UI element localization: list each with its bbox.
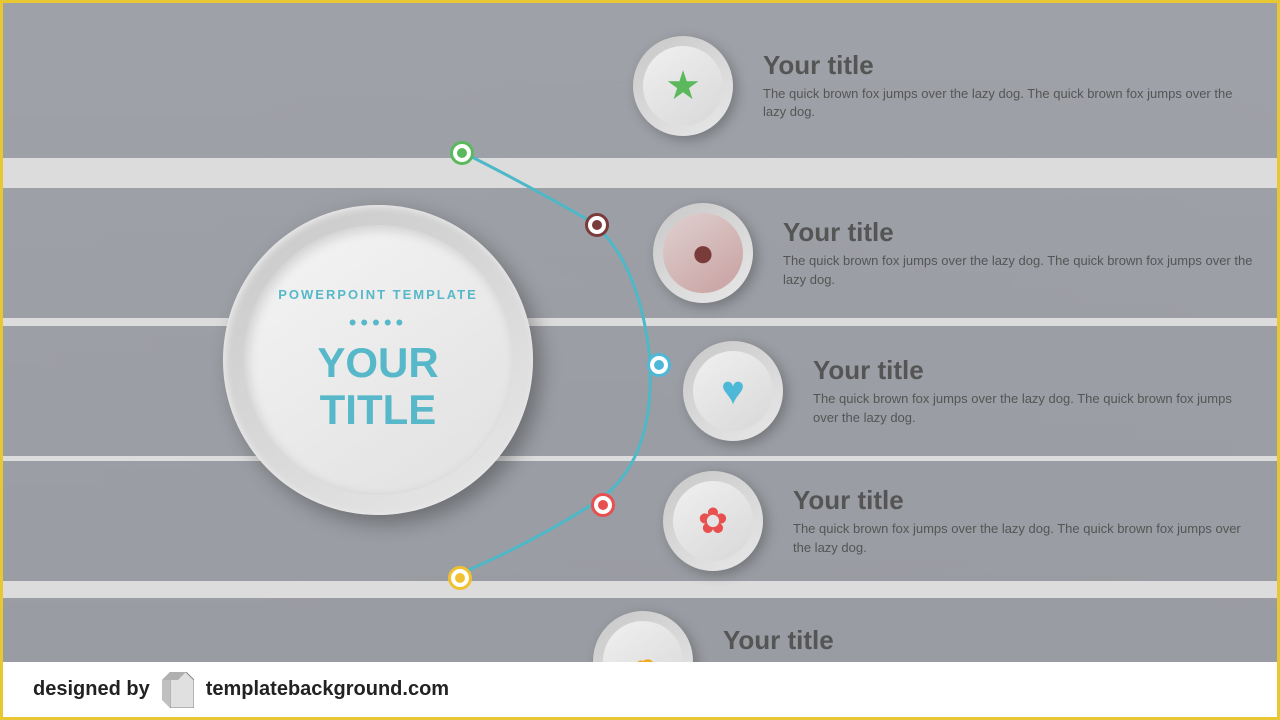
gap-2 [3,318,1277,326]
icon-circle-1: ★ [633,36,733,136]
item-text-3: Your title The quick brown fox jumps ove… [783,345,1277,436]
item-title-1: Your title [763,50,1257,81]
node-2 [585,213,609,237]
item-title-5: Your title [723,625,1233,656]
main-circle-inner: POWERPOINT TEMPLATE ••••• YOUR TITLE [243,225,513,495]
footer-designed-by: designed by [33,678,150,701]
heart-icon: ♥ [721,369,745,414]
item-panel-4: ✿ Your title The quick brown fox jumps o… [663,461,1277,581]
circle-subtitle: POWERPOINT TEMPLATE [278,287,478,302]
office-logo-icon [162,672,194,708]
slide: POWERPOINT TEMPLATE ••••• YOUR TITLE ★ Y… [0,0,1280,720]
icon-circle-3: ♥ [683,341,783,441]
node-4 [591,493,615,517]
footer-url: templatebackground.com [206,678,449,701]
item-desc-2: The quick brown fox jumps over the lazy … [783,252,1257,288]
item-desc-1: The quick brown fox jumps over the lazy … [763,85,1257,121]
main-circle: POWERPOINT TEMPLATE ••••• YOUR TITLE [223,205,533,515]
footer: designed by templatebackground.com [3,662,1277,717]
star-icon: ★ [665,63,701,109]
item-text-1: Your title The quick brown fox jumps ove… [733,40,1277,131]
circle-dots: ••••• [349,310,408,336]
item-desc-4: The quick brown fox jumps over the lazy … [793,520,1257,556]
item-text-4: Your title The quick brown fox jumps ove… [763,475,1277,566]
gap-4 [3,581,1277,598]
item-panel-2: ● Your title The quick brown fox jumps o… [653,188,1277,318]
item-desc-3: The quick brown fox jumps over the lazy … [813,390,1257,426]
node-1 [450,141,474,165]
item-panel-1: ★ Your title The quick brown fox jumps o… [633,8,1277,163]
circle-icon: ● [691,231,715,276]
item-title-3: Your title [813,355,1257,386]
item-title-4: Your title [793,485,1257,516]
icon-circle-2: ● [653,203,753,303]
item-panel-3: ♥ Your title The quick brown fox jumps o… [683,326,1277,456]
node-5 [448,566,472,590]
circle-title: YOUR TITLE [317,340,438,432]
icon-circle-4: ✿ [663,471,763,571]
item-title-2: Your title [783,217,1257,248]
sun-icon: ✿ [698,500,728,542]
node-3 [647,353,671,377]
item-text-2: Your title The quick brown fox jumps ove… [753,207,1277,298]
